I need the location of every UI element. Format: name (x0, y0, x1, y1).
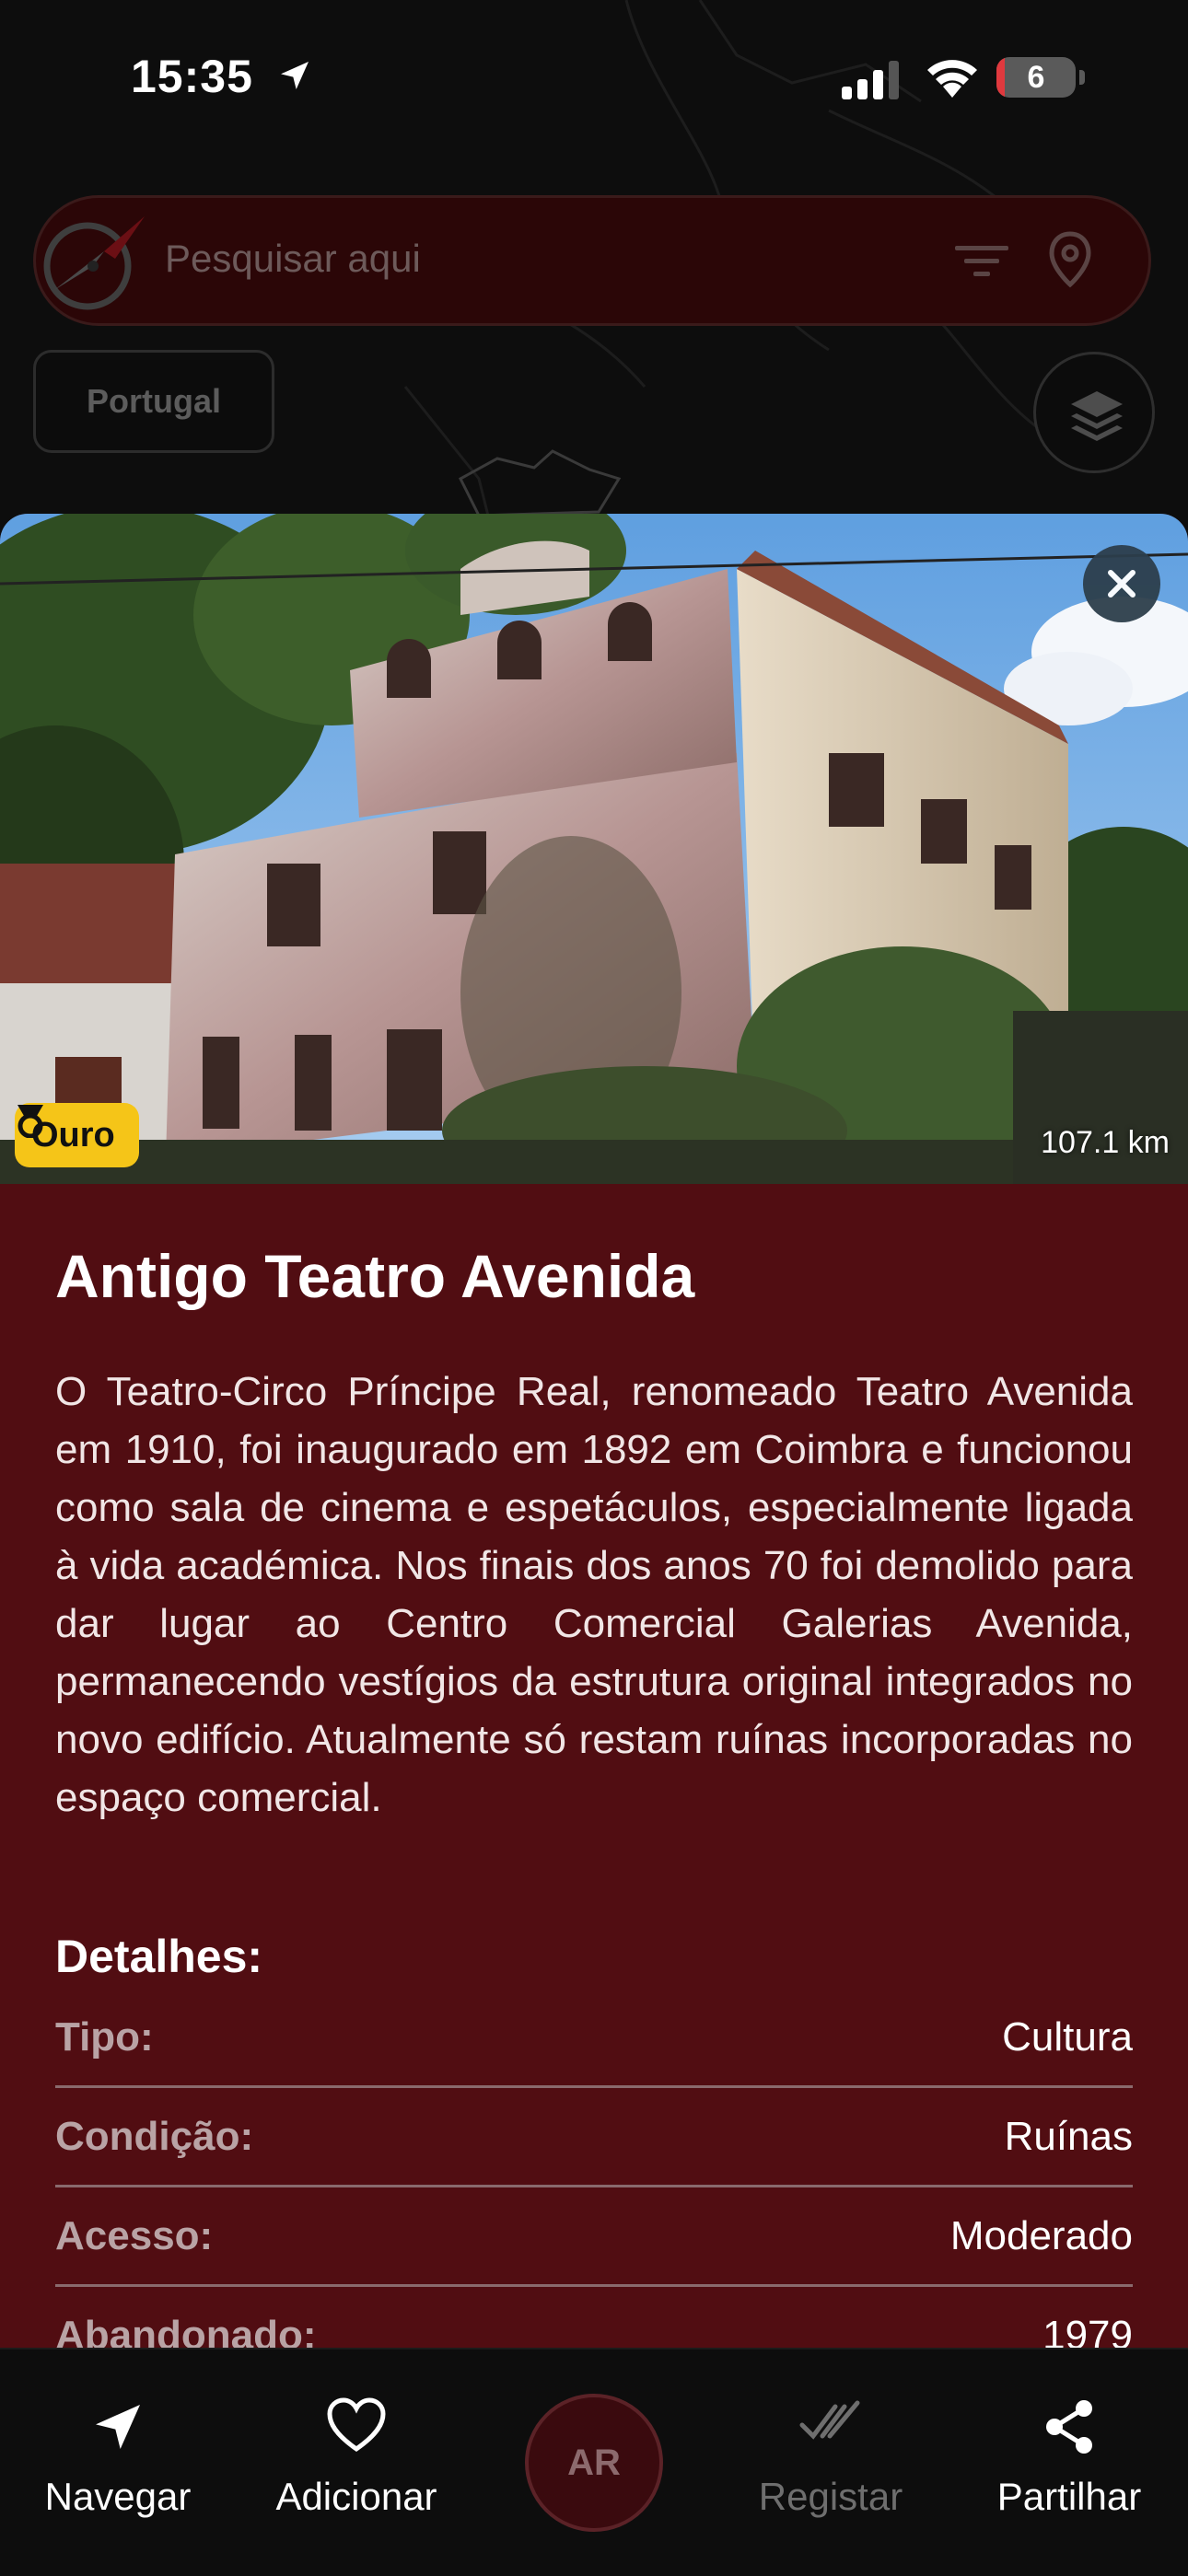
place-title: Antigo Teatro Avenida (55, 1242, 695, 1310)
search-input[interactable]: Pesquisar aqui (165, 237, 421, 281)
filter-icon[interactable] (953, 240, 1010, 285)
detail-row-abandoned: Abandonado: 1979 (55, 2287, 1133, 2348)
tier-badge: Ouro (15, 1103, 139, 1167)
distance-label: 107.1 km (1041, 1125, 1170, 1160)
map-pin-icon[interactable] (1049, 231, 1091, 293)
detail-label: Acesso: (55, 2213, 214, 2258)
share-label: Partilhar (996, 2475, 1142, 2518)
status-bar: 15:35 6 (0, 0, 1188, 157)
share-button[interactable]: Partilhar (968, 2350, 1171, 2534)
wifi-icon (925, 57, 980, 104)
detail-value: Ruínas (1004, 2114, 1133, 2159)
app-logo-icon (36, 209, 145, 322)
layers-button[interactable] (1033, 352, 1155, 473)
region-chip[interactable]: Portugal (33, 350, 274, 453)
close-button[interactable] (1083, 545, 1160, 622)
detail-label: Tipo: (55, 2014, 154, 2060)
ar-button[interactable]: AR (525, 2394, 663, 2532)
detail-label: Abandonado: (55, 2313, 317, 2348)
detail-row-condition: Condição: Ruínas (55, 2088, 1133, 2187)
search-bar[interactable]: Pesquisar aqui (33, 195, 1151, 326)
detail-row-type: Tipo: Cultura (55, 1989, 1133, 2088)
battery-cap (1079, 70, 1085, 85)
details-heading: Detalhes: (55, 1931, 263, 1982)
heart-icon (327, 2397, 386, 2453)
location-arrow-icon (276, 57, 313, 99)
double-check-icon (799, 2400, 860, 2440)
register-label: Registar (758, 2475, 903, 2518)
place-detail-sheet: Ouro 107.1 km Antigo Teatro Avenida O Te… (0, 514, 1188, 2348)
battery-level: 6 (1027, 60, 1045, 95)
medal-icon (17, 1105, 43, 1138)
details-list: Tipo: Cultura Condição: Ruínas Acesso: M… (55, 1989, 1133, 2348)
detail-value: 1979 (1042, 2313, 1133, 2348)
battery-indicator: 6 (996, 57, 1076, 98)
detail-label: Condição: (55, 2114, 254, 2159)
layers-icon (1071, 391, 1123, 441)
navigate-button[interactable]: Navegar (17, 2350, 219, 2534)
add-label: Adicionar (275, 2475, 437, 2518)
place-description: O Teatro-Circo Príncipe Real, renomeado … (55, 1369, 1133, 1820)
share-icon (1046, 2400, 1092, 2454)
navigation-arrow-icon (96, 2405, 140, 2449)
place-photo: Ouro 107.1 km (0, 514, 1188, 1184)
detail-row-access: Acesso: Moderado (55, 2187, 1133, 2287)
close-icon (1108, 570, 1136, 598)
bottom-action-bar: Navegar Adicionar AR Registar Partilhar (0, 2348, 1188, 2576)
cellular-signal-icon (842, 61, 903, 104)
detail-value: Moderado (949, 2213, 1133, 2258)
register-visit-button[interactable]: Registar (729, 2350, 932, 2534)
add-favorite-button[interactable]: Adicionar (255, 2350, 458, 2534)
status-time: 15:35 (131, 51, 253, 102)
detail-value: Cultura (1002, 2014, 1133, 2060)
